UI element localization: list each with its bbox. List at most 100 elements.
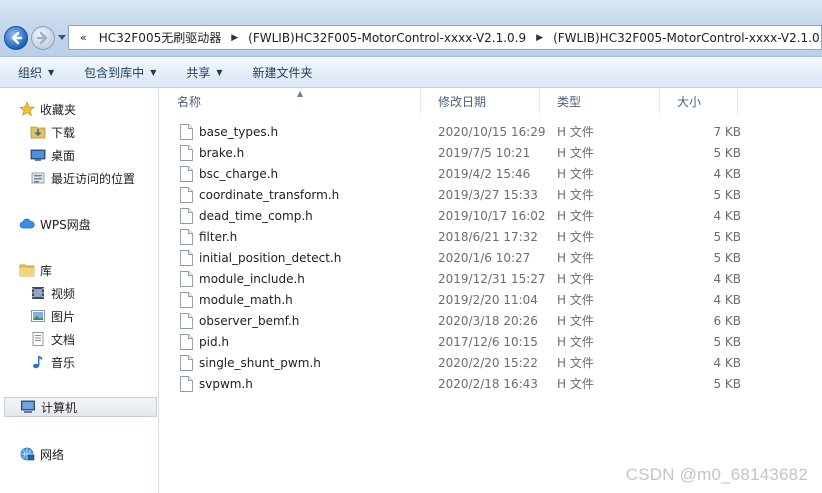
- organize-label: 组织: [18, 65, 43, 80]
- file-name-cell[interactable]: bsc_charge.h: [160, 165, 438, 182]
- file-name-cell[interactable]: dead_time_comp.h: [160, 207, 438, 224]
- sidebar-item-videos[interactable]: 视频: [30, 283, 75, 303]
- breadcrumb-hc32f005[interactable]: HC32F005无刷驱动器: [95, 29, 225, 46]
- file-name-cell[interactable]: initial_position_detect.h: [160, 249, 438, 266]
- file-date: 2020/1/6 10:27: [438, 250, 531, 265]
- file-name-cell[interactable]: svpwm.h: [160, 375, 438, 392]
- table-row[interactable]: single_shunt_pwm.h 2020/2/20 15:22 H 文件 4 K…: [160, 352, 822, 373]
- command-bar: 组织 ▼ 包含到库中 ▼ 共享 ▼ 新建文件夹: [0, 57, 822, 88]
- file-name: dead_time_comp.h: [199, 208, 313, 223]
- sort-ascending-icon: ▲: [297, 89, 304, 98]
- column-header-date[interactable]: 修改日期: [421, 88, 540, 114]
- table-row[interactable]: pid.h 2017/12/6 10:15 H 文件 5 KB: [160, 331, 822, 352]
- table-row[interactable]: module_math.h 2019/2/20 11:04 H 文件 4 KB: [160, 289, 822, 310]
- file-icon: [180, 207, 193, 224]
- breadcrumb-fwlib-1[interactable]: (FWLIB)HC32F005-MotorControl-xxxx-V2.1.0…: [244, 31, 530, 45]
- sidebar-item-desktop[interactable]: 桌面: [30, 145, 75, 165]
- file-name-cell[interactable]: module_include.h: [160, 270, 438, 287]
- sidebar-item-computer[interactable]: 计算机: [4, 397, 157, 417]
- file-icon: [180, 291, 193, 308]
- file-name: coordinate_transform.h: [199, 187, 340, 202]
- column-header-name[interactable]: 名称 ▲: [160, 88, 421, 114]
- file-date: 2019/2/20 11:04: [438, 292, 538, 307]
- table-row[interactable]: svpwm.h 2020/2/18 16:43 H 文件 5 KB: [160, 373, 822, 394]
- file-name: single_shunt_pwm.h: [199, 355, 321, 370]
- share-label: 共享: [186, 65, 211, 80]
- table-row[interactable]: initial_position_detect.h 2020/1/6 10:27 H…: [160, 247, 822, 268]
- file-size: 4 KB: [713, 292, 741, 307]
- back-button[interactable]: [4, 26, 28, 50]
- sidebar-item-libraries[interactable]: 库: [19, 260, 52, 280]
- sidebar-item-wps-cloud[interactable]: WPS网盘: [19, 214, 91, 234]
- table-row[interactable]: bsc_charge.h 2019/4/2 15:46 H 文件 4 KB: [160, 163, 822, 184]
- table-row[interactable]: dead_time_comp.h 2019/10/17 16:02 H 文件 4 KB: [160, 205, 822, 226]
- file-size: 6 KB: [713, 313, 741, 328]
- table-row[interactable]: observer_bemf.h 2020/3/18 20:26 H 文件 6 KB: [160, 310, 822, 331]
- file-name: module_math.h: [199, 292, 293, 307]
- column-header-label: 大小: [677, 94, 702, 109]
- file-icon: [180, 354, 193, 371]
- address-bar[interactable]: « HC32F005无刷驱动器 ▶ (FWLIB)HC32F005-MotorC…: [68, 25, 822, 50]
- desktop-icon: [30, 147, 46, 163]
- address-area: « HC32F005无刷驱动器 ▶ (FWLIB)HC32F005-MotorC…: [0, 0, 822, 57]
- file-name-cell[interactable]: single_shunt_pwm.h: [160, 354, 438, 371]
- sidebar-item-music[interactable]: 音乐: [30, 352, 75, 372]
- breadcrumb-fwlib-2[interactable]: (FWLIB)HC32F005-MotorControl-xxxx-V2.1.0…: [549, 31, 821, 45]
- table-row[interactable]: base_types.h 2020/10/15 16:29 H 文件 7 KB: [160, 121, 822, 142]
- table-row[interactable]: filter.h 2018/6/21 17:32 H 文件 5 KB: [160, 226, 822, 247]
- file-icon: [180, 249, 193, 266]
- column-header-size[interactable]: 大小: [660, 88, 738, 114]
- file-icon: [180, 144, 193, 161]
- file-size: 4 KB: [713, 208, 741, 223]
- music-note-icon: [30, 354, 46, 370]
- file-type: H 文件: [557, 293, 594, 307]
- sidebar-item-pictures[interactable]: 图片: [30, 306, 75, 326]
- sidebar-item-label: 库: [40, 263, 53, 278]
- file-name-cell[interactable]: module_math.h: [160, 291, 438, 308]
- file-icon: [180, 165, 193, 182]
- file-size: 7 KB: [713, 124, 741, 139]
- breadcrumb-separator-icon[interactable]: ▶: [536, 33, 543, 43]
- sidebar-item-network[interactable]: 网络: [19, 444, 64, 464]
- file-name-cell[interactable]: brake.h: [160, 144, 438, 161]
- file-name: module_include.h: [199, 271, 305, 286]
- file-name-cell[interactable]: observer_bemf.h: [160, 312, 438, 329]
- file-name: observer_bemf.h: [199, 313, 300, 328]
- forward-button[interactable]: [31, 26, 55, 50]
- new-folder-button[interactable]: 新建文件夹: [245, 61, 321, 83]
- file-size: 5 KB: [713, 250, 741, 265]
- table-row[interactable]: coordinate_transform.h 2019/3/27 15:33 H 文…: [160, 184, 822, 205]
- address-overflow-chevron[interactable]: «: [80, 31, 87, 44]
- include-in-library-button[interactable]: 包含到库中 ▼: [76, 61, 164, 83]
- network-icon: [19, 446, 35, 462]
- cloud-icon: [19, 216, 35, 232]
- file-name-cell[interactable]: pid.h: [160, 333, 438, 350]
- organize-button[interactable]: 组织 ▼: [10, 61, 62, 83]
- sidebar-item-documents[interactable]: 文档: [30, 329, 75, 349]
- file-size: 4 KB: [713, 271, 741, 286]
- file-type: H 文件: [557, 209, 594, 223]
- sidebar-item-recent-places[interactable]: 最近访问的位置: [30, 168, 135, 188]
- file-date: 2018/6/21 17:32: [438, 229, 538, 244]
- table-row[interactable]: module_include.h 2019/12/31 15:27 H 文件 4 KB: [160, 268, 822, 289]
- arrow-left-icon: [11, 31, 23, 45]
- file-name-cell[interactable]: base_types.h: [160, 123, 438, 140]
- file-name: filter.h: [199, 229, 238, 244]
- table-row[interactable]: brake.h 2019/7/5 10:21 H 文件 5 KB: [160, 142, 822, 163]
- file-date: 2019/10/17 16:02: [438, 208, 546, 223]
- file-name-cell[interactable]: coordinate_transform.h: [160, 186, 438, 203]
- sidebar-item-label: 计算机: [41, 400, 78, 415]
- sidebar-item-label: 音乐: [51, 355, 76, 370]
- file-icon: [180, 333, 193, 350]
- sidebar-item-favorites[interactable]: 收藏夹: [19, 99, 76, 119]
- breadcrumb-separator-icon[interactable]: ▶: [231, 33, 238, 43]
- column-header-type[interactable]: 类型: [540, 88, 660, 114]
- file-date: 2020/10/15 16:29: [438, 124, 546, 139]
- recent-pages-dropdown-icon[interactable]: [58, 33, 66, 41]
- sidebar-item-label: 桌面: [51, 148, 76, 163]
- column-header-label: 名称: [177, 94, 202, 109]
- share-button[interactable]: 共享 ▼: [178, 61, 230, 83]
- file-name-cell[interactable]: filter.h: [160, 228, 438, 245]
- sidebar-item-downloads[interactable]: 下载: [30, 122, 75, 142]
- sidebar-item-label: 下载: [51, 125, 76, 140]
